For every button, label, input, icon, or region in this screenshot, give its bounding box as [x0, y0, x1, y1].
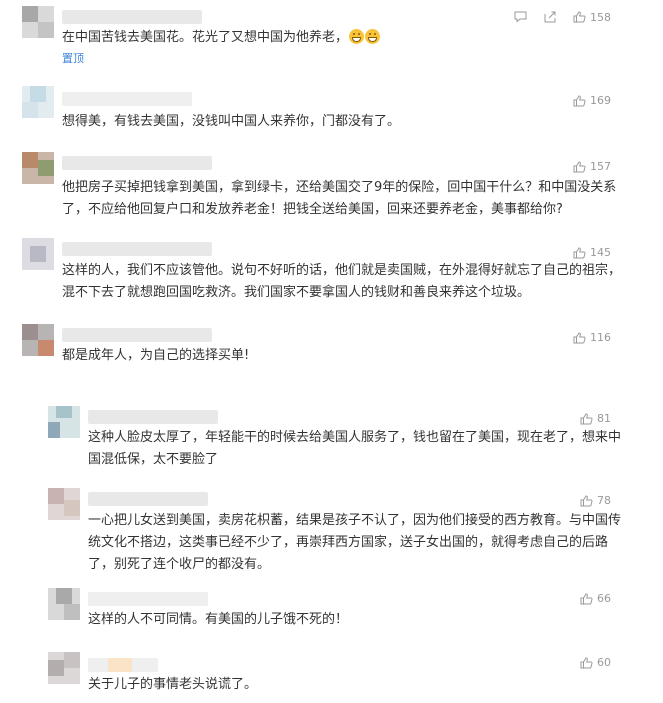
- comment-actions: 145: [573, 246, 611, 259]
- reply-actions: 81: [580, 412, 611, 425]
- thumbs-up-icon: [580, 412, 593, 424]
- reply-text: 这样的人不可同情。有美国的儿子饿不死的！: [88, 612, 349, 627]
- reply-actions: 60: [580, 656, 611, 669]
- like-count: 116: [590, 331, 611, 344]
- thumbs-up-icon: [573, 160, 586, 172]
- username-redacted: [108, 658, 132, 672]
- username-redacted: [88, 592, 208, 606]
- like-count: 158: [590, 10, 611, 24]
- comment-text: 这样的人，我们不应该管他。说句不好听的话，他们就是卖国贼，在外混得好就忘了自己的…: [62, 263, 622, 300]
- comment-actions: 116: [573, 331, 611, 344]
- like-count: 145: [590, 246, 611, 259]
- comment-text: 想得美，有钱去美国，没钱叫中国人来养你，门都没有了。: [62, 114, 401, 129]
- avatar[interactable]: [22, 86, 54, 118]
- avatar[interactable]: [48, 588, 80, 620]
- reply-actions: 78: [580, 494, 611, 507]
- like-button[interactable]: 60: [580, 656, 611, 669]
- avatar[interactable]: [22, 324, 54, 356]
- comment-text: 在中国苦钱去美国花。花光了又想中国为他养老，: [62, 27, 622, 49]
- thumbs-up-icon: [573, 246, 586, 258]
- like-button[interactable]: 157: [573, 160, 611, 173]
- comment-item: 158 在中国苦钱去美国花。花光了又想中国为他养老， 置顶: [0, 0, 663, 80]
- like-button[interactable]: 145: [573, 246, 611, 259]
- like-count: 60: [597, 656, 611, 669]
- like-button[interactable]: 78: [580, 494, 611, 507]
- thumbs-up-icon: [580, 592, 593, 604]
- share-icon[interactable]: [543, 10, 557, 24]
- reply-item: 78 一心把儿女送到美国，卖房花枳蓄，结果是孩子不认了，因为他们接受的西方教育。…: [0, 486, 663, 586]
- reply-text: 关于儿子的事情老头说谎了。: [88, 677, 258, 692]
- username-redacted: [62, 328, 212, 342]
- avatar[interactable]: [22, 152, 54, 184]
- comment-item: 116 都是成年人，为自己的选择买单!: [0, 320, 663, 402]
- username-redacted: [62, 10, 202, 24]
- thumbs-up-icon: [573, 94, 586, 106]
- username-redacted: [62, 242, 212, 256]
- comment-item: 157 他把房子买掉把钱拿到美国，拿到绿卡，还给美国交了9年的保险，回中国干什么…: [0, 146, 663, 232]
- username-redacted: [88, 410, 218, 424]
- comment-item: 169 想得美，有钱去美国，没钱叫中国人来养你，门都没有了。: [0, 80, 663, 146]
- reply-item: 66 这样的人不可同情。有美国的儿子饿不死的！: [0, 586, 663, 650]
- reply-item: 60 关于儿子的事情老头说谎了。: [0, 650, 663, 703]
- thumbs-up-icon: [573, 331, 586, 343]
- reply-text: 这种人脸皮太厚了，年轻能干的时候去给美国人服务了，钱也留在了美国，现在老了，想来…: [88, 430, 622, 467]
- like-count: 66: [597, 592, 611, 605]
- username-redacted: [62, 92, 192, 106]
- like-button[interactable]: 169: [573, 94, 611, 107]
- avatar[interactable]: [22, 6, 54, 38]
- comment-actions: 157: [573, 160, 611, 173]
- comment-actions: 169: [573, 94, 611, 107]
- reply-text: 一心把儿女送到美国，卖房花枳蓄，结果是孩子不认了，因为他们接受的西方教育。与中国…: [88, 513, 622, 572]
- thumbs-up-icon: [580, 656, 593, 668]
- like-count: 81: [597, 412, 611, 425]
- avatar[interactable]: [48, 652, 80, 684]
- like-count: 157: [590, 160, 611, 173]
- comment-icon[interactable]: [513, 10, 527, 24]
- comment-text: 他把房子买掉把钱拿到美国，拿到绿卡，还给美国交了9年的保险，回中国干什么？和中国…: [62, 180, 617, 217]
- avatar[interactable]: [48, 406, 80, 438]
- comment-actions: 158: [513, 10, 611, 24]
- like-button[interactable]: 158: [573, 11, 611, 24]
- like-button[interactable]: 81: [580, 412, 611, 425]
- comment-text: 都是成年人，为自己的选择买单!: [62, 348, 250, 363]
- grin-emoji-icon: [349, 29, 365, 44]
- like-button[interactable]: 116: [573, 331, 611, 344]
- username-redacted: [62, 156, 212, 170]
- username-redacted: [88, 492, 208, 506]
- thumbs-up-icon: [573, 11, 586, 23]
- avatar[interactable]: [48, 488, 80, 520]
- avatar[interactable]: [22, 238, 54, 270]
- comment-item: 145 这样的人，我们不应该管他。说句不好听的话，他们就是卖国贼，在外混得好就忘…: [0, 232, 663, 320]
- like-count: 78: [597, 494, 611, 507]
- like-count: 169: [590, 94, 611, 107]
- like-button[interactable]: 66: [580, 592, 611, 605]
- reply-item: 81 这种人脸皮太厚了，年轻能干的时候去给美国人服务了，钱也留在了美国，现在老了…: [0, 402, 663, 482]
- grin-emoji-icon: [365, 29, 381, 44]
- reply-actions: 66: [580, 592, 611, 605]
- pinned-tag: 置顶: [62, 52, 84, 65]
- thumbs-up-icon: [580, 494, 593, 506]
